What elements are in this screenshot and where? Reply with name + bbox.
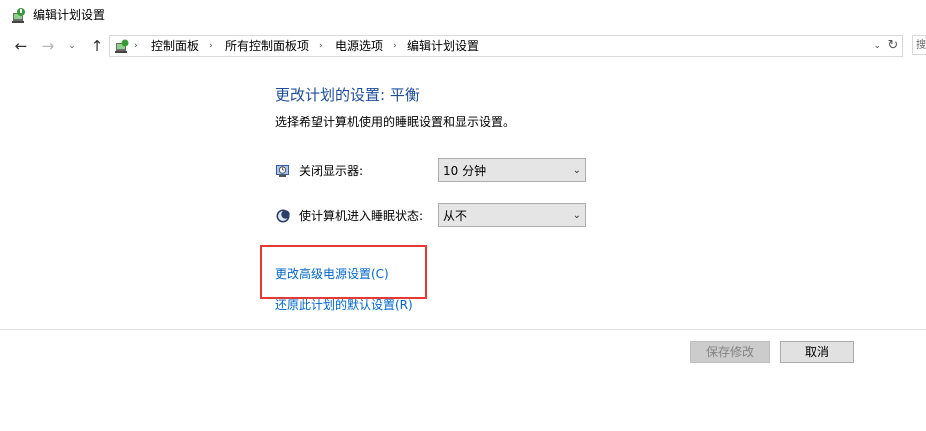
chevron-down-icon: ⌄ xyxy=(572,165,581,176)
title-bar: 编辑计划设置 xyxy=(0,0,926,30)
up-button[interactable]: ↑ xyxy=(86,36,108,56)
display-off-value: 10 分钟 xyxy=(443,164,487,178)
control-panel-icon xyxy=(114,38,130,54)
breadcrumb-edit-plan[interactable]: 编辑计划设置 xyxy=(407,38,479,54)
display-off-select[interactable]: 10 分钟 ⌄ xyxy=(438,158,586,182)
address-dropdown-icon[interactable]: ⌄ xyxy=(873,38,881,54)
sleep-value: 从不 xyxy=(443,209,468,223)
breadcrumb-separator: › xyxy=(209,41,213,51)
breadcrumb-all-items[interactable]: 所有控制面板项 xyxy=(225,38,309,54)
refresh-button[interactable]: ↻ xyxy=(884,35,903,57)
breadcrumb-separator: › xyxy=(319,41,323,51)
page-heading: 更改计划的设置: 平衡 xyxy=(275,86,420,104)
forward-button[interactable]: → xyxy=(37,36,59,56)
breadcrumb-separator: › xyxy=(393,41,397,51)
breadcrumb-separator: › xyxy=(134,41,138,51)
cancel-button[interactable]: 取消 xyxy=(780,341,854,363)
monitor-clock-icon xyxy=(275,162,291,178)
restore-defaults-link[interactable]: 还原此计划的默认设置(R) xyxy=(275,297,413,313)
search-input[interactable]: 搜 xyxy=(912,35,926,55)
save-changes-button[interactable]: 保存修改 xyxy=(690,341,770,363)
sleep-label: 使计算机进入睡眠状态: xyxy=(299,209,424,223)
address-bar[interactable]: › 控制面板 › 所有控制面板项 › 电源选项 › 编辑计划设置 ⌄ xyxy=(109,35,886,57)
moon-sleep-icon xyxy=(275,208,291,224)
sleep-select[interactable]: 从不 ⌄ xyxy=(438,203,586,227)
highlight-annotation xyxy=(260,245,427,299)
window-title: 编辑计划设置 xyxy=(33,8,106,22)
display-off-label: 关闭显示器: xyxy=(299,164,364,178)
footer-divider xyxy=(0,329,926,330)
chevron-down-icon: ⌄ xyxy=(572,210,581,221)
back-button[interactable]: ← xyxy=(10,36,32,56)
breadcrumb-control-panel[interactable]: 控制面板 xyxy=(151,38,199,54)
power-options-icon xyxy=(10,7,27,24)
breadcrumb-power-options[interactable]: 电源选项 xyxy=(335,38,383,54)
page-subtitle: 选择希望计算机使用的睡眠设置和显示设置。 xyxy=(275,115,516,129)
recent-locations-button[interactable]: ⌄ xyxy=(64,36,80,56)
